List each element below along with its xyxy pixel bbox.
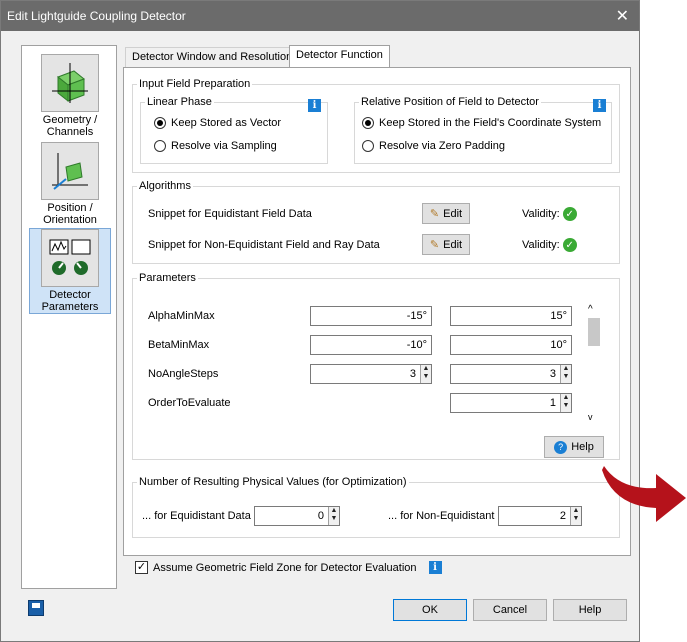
- position-icon: [41, 142, 99, 200]
- radio-keep-stored-vector[interactable]: Keep Stored as Vector: [154, 117, 281, 129]
- param-name: OrderToEvaluate: [148, 397, 231, 409]
- input-value: 3: [549, 368, 556, 380]
- beta-min-input[interactable]: -10°: [310, 335, 432, 355]
- detector-parameters-icon: [41, 229, 99, 287]
- parameters-legend: Parameters: [139, 272, 196, 284]
- radio-label: Keep Stored as Vector: [171, 117, 282, 129]
- assume-geometric-checkbox[interactable]: ✓ Assume Geometric Field Zone for Detect…: [135, 561, 442, 574]
- edit-label: Edit: [443, 238, 463, 251]
- stepper-icon[interactable]: ▲ ▼: [560, 365, 571, 383]
- angle-steps-input-1[interactable]: 3 ▲ ▼: [310, 364, 432, 384]
- assume-geometric-info-icon[interactable]: i: [428, 561, 442, 574]
- tab-detector-window-resolution[interactable]: Detector Window and Resolution: [125, 47, 300, 67]
- valid-check-icon: ✓: [562, 207, 577, 221]
- pencil-icon: ✎: [429, 239, 440, 251]
- physical-values-legend: Number of Resulting Physical Values (for…: [139, 476, 407, 488]
- radio-resolve-sampling[interactable]: Resolve via Sampling: [154, 140, 277, 152]
- alpha-max-input[interactable]: 15°: [450, 306, 572, 326]
- nav-label-position: Position / Orientation: [43, 202, 97, 226]
- help-label: Help: [571, 441, 594, 453]
- radio-resolve-zero-padding[interactable]: Resolve via Zero Padding: [362, 140, 505, 152]
- stepper-icon[interactable]: ▲ ▼: [328, 507, 339, 525]
- help-circle-icon: ?: [554, 440, 568, 454]
- relative-position-info-icon[interactable]: i: [593, 99, 606, 112]
- nav-label-geometry: Geometry / Channels: [42, 114, 98, 138]
- nav-panel: Geometry / Channels Position / Orientati…: [21, 45, 117, 589]
- radio-selected: [362, 117, 374, 129]
- param-name: NoAngleSteps: [148, 368, 219, 380]
- valid-check-icon: ✓: [562, 238, 577, 252]
- linear-phase-info-icon[interactable]: i: [308, 99, 321, 112]
- edit-non-equidistant-button[interactable]: ✎ Edit: [422, 234, 470, 255]
- input-value: 0: [317, 510, 324, 522]
- order-to-evaluate-input[interactable]: 1 ▲ ▼: [450, 393, 572, 413]
- parameters-scrollbar[interactable]: ^ v: [586, 304, 600, 424]
- radio-label: Resolve via Sampling: [171, 140, 277, 152]
- alpha-min-input[interactable]: -15°: [310, 306, 432, 326]
- nav-item-detector-parameters[interactable]: Detector Parameters: [29, 228, 111, 314]
- angle-steps-input-2[interactable]: 3 ▲ ▼: [450, 364, 572, 384]
- equidistant-count-label: ... for Equidistant Data: [142, 510, 251, 522]
- input-value: 1: [549, 397, 556, 409]
- validity-label: Validity:: [522, 208, 560, 220]
- radio-unselected: [362, 140, 374, 152]
- scrollbar-thumb[interactable]: [588, 318, 600, 346]
- input-value: 2: [559, 510, 566, 522]
- relative-position-group: Relative Position of Field to Detector: [354, 96, 612, 164]
- stepper-icon[interactable]: ▲ ▼: [420, 365, 431, 383]
- close-icon[interactable]: ✕: [616, 6, 629, 26]
- title-bar[interactable]: Edit Lightguide Coupling Detector ✕: [1, 1, 639, 31]
- algorithms-legend: Algorithms: [139, 180, 191, 192]
- validity-non-equidistant: Validity: ✓: [522, 238, 577, 252]
- edit-label: Edit: [443, 207, 463, 220]
- edit-equidistant-button[interactable]: ✎ Edit: [422, 203, 470, 224]
- param-name: BetaMinMax: [148, 339, 210, 351]
- radio-selected: [154, 117, 166, 129]
- linear-phase-group: Linear Phase: [140, 96, 328, 164]
- ok-button[interactable]: OK: [393, 599, 467, 621]
- cancel-button[interactable]: Cancel: [473, 599, 547, 621]
- param-name: AlphaMinMax: [148, 310, 215, 322]
- checkbox-checked-icon: ✓: [135, 561, 148, 574]
- red-arrow-icon: [602, 466, 686, 522]
- radio-label: Keep Stored in the Field's Coordinate Sy…: [379, 117, 602, 129]
- relative-position-legend: Relative Position of Field to Detector: [361, 96, 539, 108]
- stepper-icon[interactable]: ▲ ▼: [560, 394, 571, 412]
- save-icon[interactable]: [28, 600, 44, 616]
- dialog-window: Edit Lightguide Coupling Detector ✕ Geom…: [0, 0, 640, 642]
- algorithm-label-non-equidistant: Snippet for Non-Equidistant Field and Ra…: [148, 239, 380, 251]
- equidistant-count-input[interactable]: 0 ▲ ▼: [254, 506, 340, 526]
- nav-label-detector-parameters: Detector Parameters: [41, 289, 99, 313]
- validity-equidistant: Validity: ✓: [522, 207, 577, 221]
- scroll-up-icon[interactable]: ^: [588, 304, 593, 315]
- non-equidistant-count-input[interactable]: 2 ▲ ▼: [498, 506, 582, 526]
- scroll-down-icon[interactable]: v: [588, 412, 593, 422]
- nav-item-position[interactable]: Position / Orientation: [29, 142, 111, 226]
- pencil-icon: ✎: [429, 208, 440, 220]
- radio-label: Resolve via Zero Padding: [379, 140, 505, 152]
- input-field-legend: Input Field Preparation: [139, 78, 251, 90]
- tab-detector-function[interactable]: Detector Function: [289, 45, 390, 68]
- nav-item-geometry[interactable]: Geometry / Channels: [29, 54, 111, 138]
- tab-content: Input Field Preparation Linear Phase i K…: [123, 67, 631, 556]
- input-value: 3: [409, 368, 416, 380]
- window-title: Edit Lightguide Coupling Detector: [7, 9, 186, 23]
- linear-phase-legend: Linear Phase: [147, 96, 212, 108]
- radio-keep-stored-coordinate-system[interactable]: Keep Stored in the Field's Coordinate Sy…: [362, 117, 601, 129]
- stepper-icon[interactable]: ▲ ▼: [570, 507, 581, 525]
- radio-unselected: [154, 140, 166, 152]
- algorithm-label-equidistant: Snippet for Equidistant Field Data: [148, 208, 312, 220]
- validity-label: Validity:: [522, 239, 560, 251]
- geometry-icon: [41, 54, 99, 112]
- assume-geometric-label: Assume Geometric Field Zone for Detector…: [153, 561, 417, 574]
- footer-help-button[interactable]: Help: [553, 599, 627, 621]
- beta-max-input[interactable]: 10°: [450, 335, 572, 355]
- parameters-help-button[interactable]: ? Help: [544, 436, 604, 458]
